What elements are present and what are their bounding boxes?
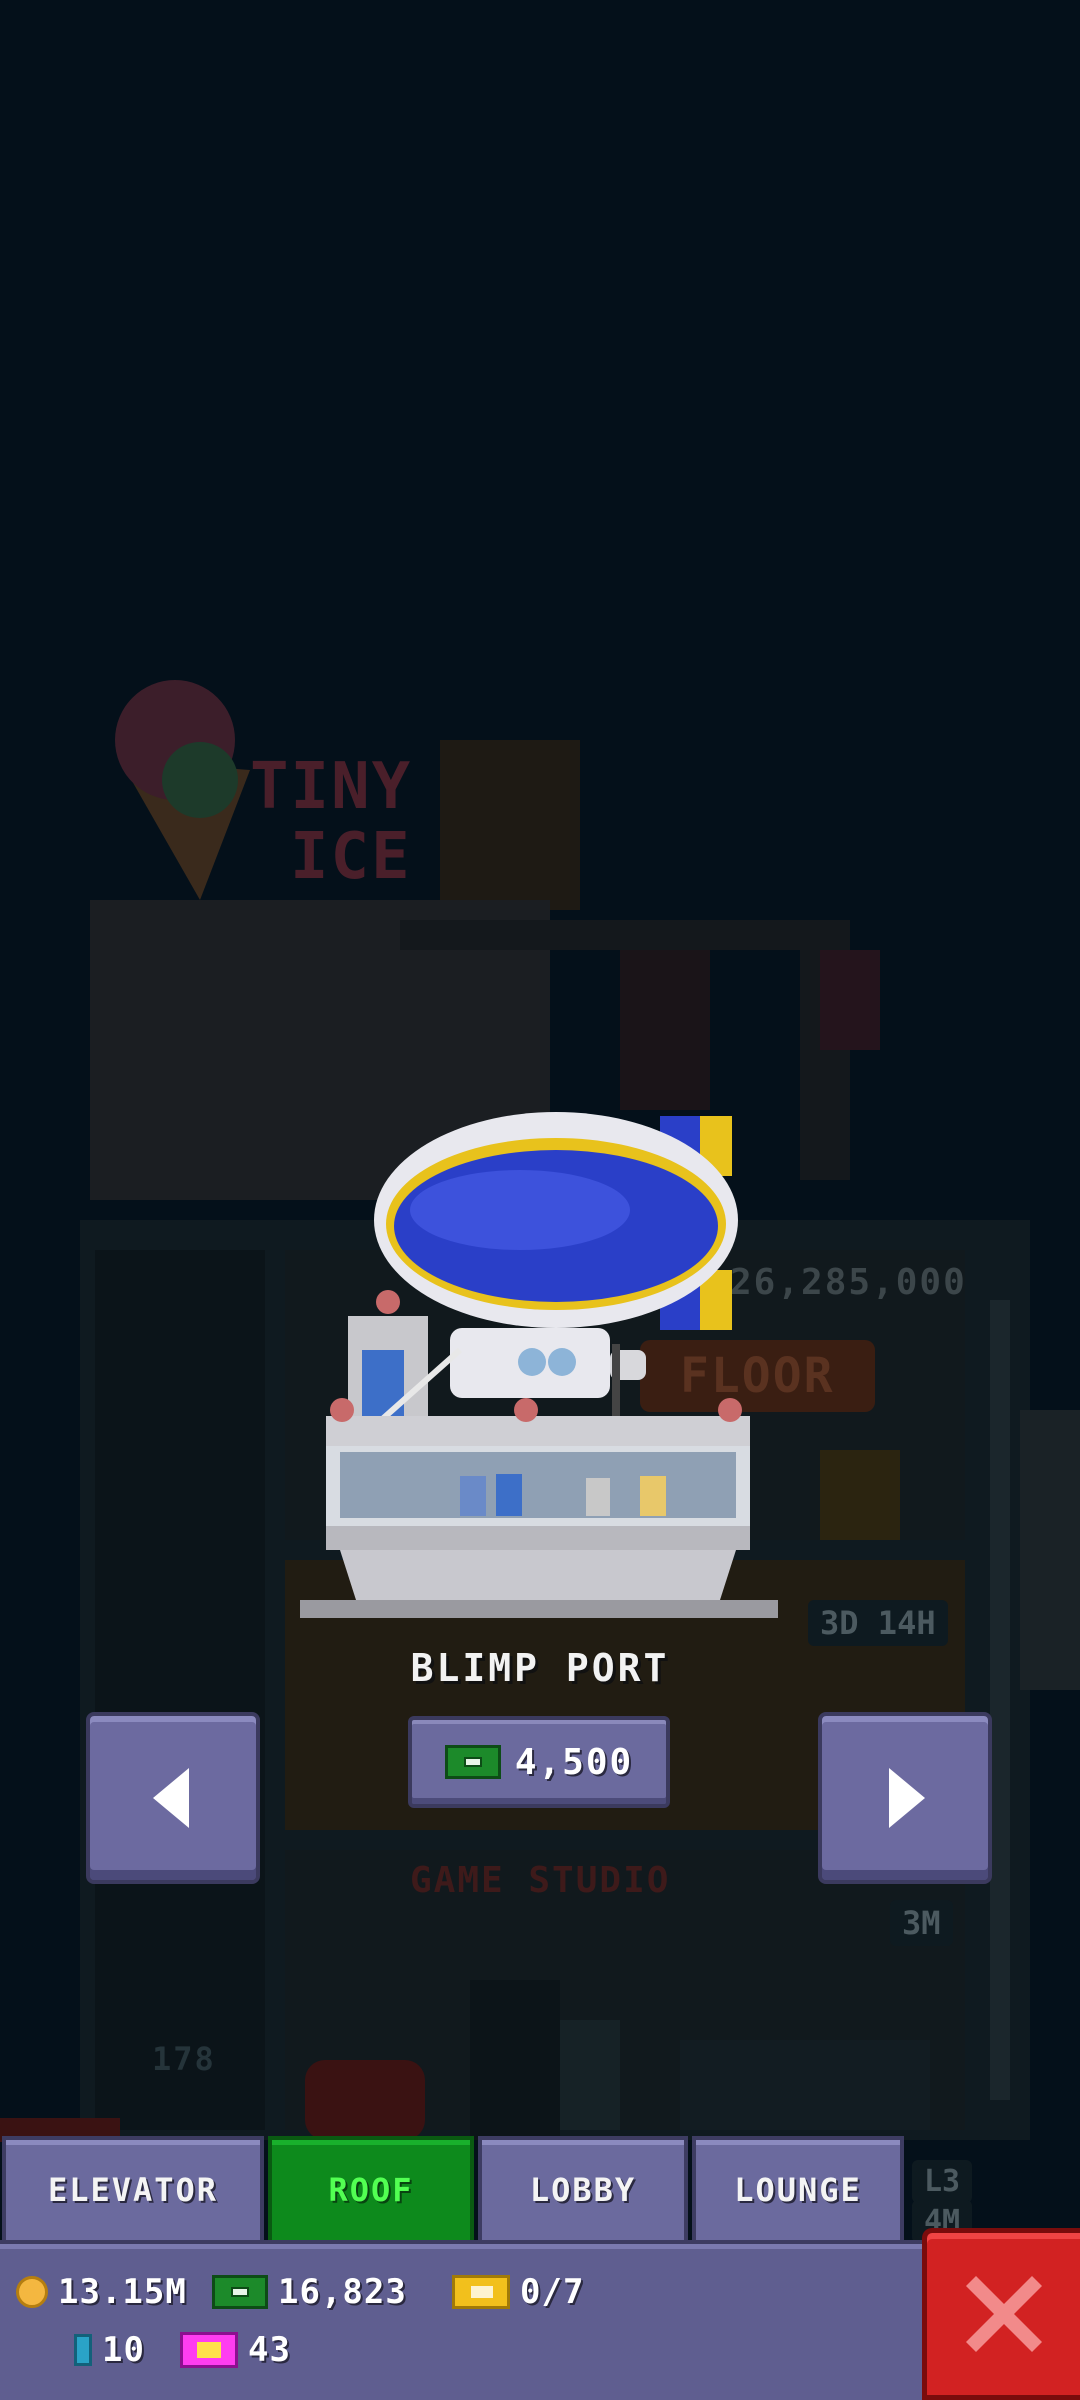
- shop-sign-line1: TINY: [250, 750, 413, 824]
- arrow-right-icon: [889, 1768, 925, 1828]
- currency-status-bar: 13.15M 16,823 0/7 10 43: [0, 2240, 930, 2400]
- category-tabs: ELEVATOR ROOF LOBBY LOUNGE: [0, 2136, 910, 2240]
- tickets-stat: 0/7: [452, 2272, 584, 2312]
- golden-ticket-icon: [452, 2275, 510, 2309]
- blimp-port-illustration: [300, 1112, 778, 1618]
- next-item-button[interactable]: [818, 1712, 992, 1884]
- coins-stat: 13.15M: [16, 2272, 187, 2312]
- shop-sign-line2: ICE: [290, 820, 412, 894]
- close-icon: [965, 2276, 1042, 2352]
- item-name: BLIMP PORT: [410, 1646, 670, 1690]
- tower-bucks-icon: [212, 2275, 268, 2309]
- buy-button[interactable]: 4,500: [408, 1716, 670, 1808]
- coins-value: 13.15M: [58, 2272, 187, 2312]
- floor-badge: 3M: [890, 1900, 953, 1946]
- timer-badge: 3D 14H: [808, 1600, 948, 1646]
- vip-stat: 43: [180, 2330, 291, 2370]
- tab-roof[interactable]: ROOF: [268, 2136, 474, 2240]
- right-badge-l3: L3: [912, 2160, 973, 2203]
- arrow-left-icon: [153, 1768, 189, 1828]
- elevator-icon: [74, 2334, 92, 2366]
- bux-stat: 16,823: [212, 2272, 407, 2312]
- previous-item-button[interactable]: [86, 1712, 260, 1884]
- coin-icon: [16, 2276, 48, 2308]
- tab-lobby[interactable]: LOBBY: [478, 2136, 688, 2240]
- bux-value: 16,823: [278, 2272, 407, 2312]
- vip-ticket-icon: [180, 2332, 238, 2368]
- floor-name-label: GAME STUDIO: [410, 1860, 671, 1901]
- price-value: 4,500: [514, 1741, 634, 1783]
- elevator-value: 10: [102, 2330, 145, 2370]
- close-button[interactable]: [922, 2228, 1080, 2400]
- floor-number: 178: [152, 2040, 216, 2078]
- tower-bucks-icon: [444, 1745, 501, 1779]
- elevator-stat: 10: [74, 2330, 145, 2370]
- tickets-value: 0/7: [520, 2272, 585, 2312]
- tab-lounge[interactable]: LOUNGE: [692, 2136, 904, 2240]
- tab-elevator[interactable]: ELEVATOR: [2, 2136, 264, 2240]
- vip-value: 43: [248, 2330, 291, 2370]
